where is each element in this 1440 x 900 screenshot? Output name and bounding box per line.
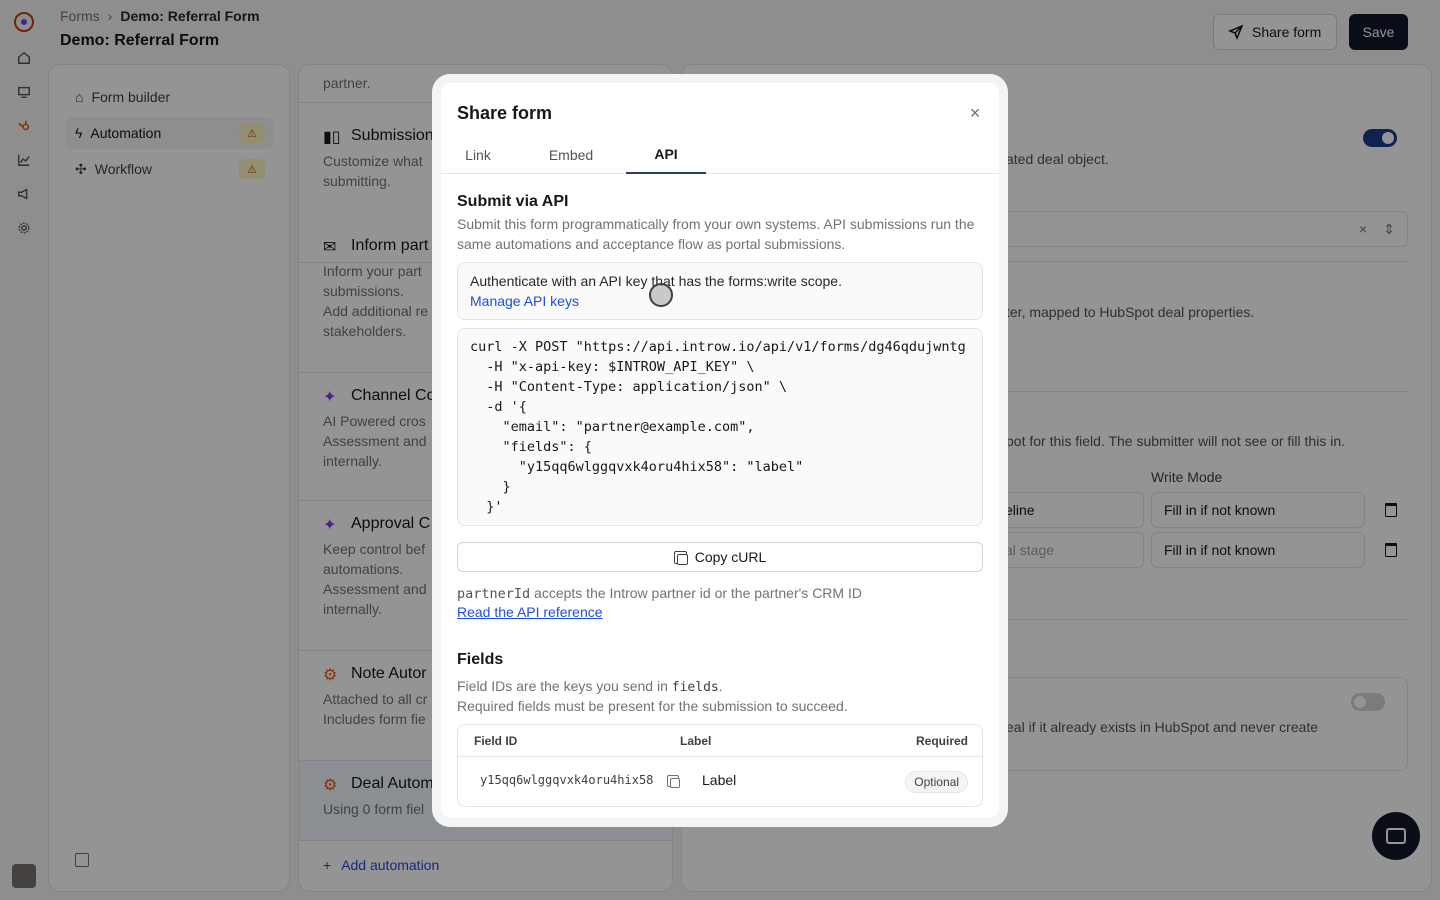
code-line: "y15qq6wlggqvxk4oru4hix58": "label" (470, 459, 804, 475)
fields-title: Fields (457, 651, 504, 668)
tab-api[interactable]: API (626, 135, 706, 174)
column-header-label: Label (680, 734, 712, 748)
partner-id-code: partnerId (457, 586, 531, 602)
copy-curl-button[interactable]: Copy cURL (457, 542, 983, 572)
fields-description: Field IDs are the keys you send in field… (457, 678, 723, 695)
code-line: }' (470, 499, 503, 515)
column-header-required: Required (915, 734, 968, 748)
required-badge: Optional (905, 771, 968, 793)
fields-table: Field ID Label Required y15qq6wlggqvxk4o… (457, 724, 983, 807)
code-line: -d '{ (470, 399, 527, 415)
tab-embed[interactable]: Embed (540, 135, 602, 174)
curl-code-block[interactable]: curl -X POST "https://api.introw.io/api/… (457, 328, 983, 526)
code-line: curl -X POST "https://api.introw.io/api/… (470, 339, 966, 355)
copy-icon (673, 550, 688, 565)
copy-field-id-icon[interactable] (667, 775, 680, 788)
section-title: Submit via API (457, 193, 569, 210)
mouse-cursor (649, 283, 673, 307)
tab-link[interactable]: Link (457, 135, 499, 174)
fields-description-required: Required fields must be present for the … (457, 698, 848, 714)
auth-info-box: Authenticate with an API key that has th… (457, 262, 983, 320)
partner-id-note: partnerId accepts the Introw partner id … (457, 585, 862, 602)
code-line: "email": "partner@example.com", (470, 419, 755, 435)
table-row: y15qq6wlggqvxk4oru4hix58 Label Optional (458, 758, 982, 806)
share-form-modal: Share form × Link Embed API Submit via A… (441, 83, 999, 818)
column-header-field-id: Field ID (474, 734, 518, 748)
field-id: y15qq6wlggqvxk4oru4hix58 (480, 773, 654, 787)
code-line: } (470, 479, 511, 495)
manage-api-keys-link[interactable]: Manage API keys (470, 291, 970, 311)
field-label: Label (702, 772, 737, 788)
modal-title: Share form (457, 103, 553, 123)
code-line: -H "x-api-key: $INTROW_API_KEY" \ (470, 359, 755, 375)
close-icon[interactable]: × (967, 104, 983, 122)
code-line: -H "Content-Type: application/json" \ (470, 379, 787, 395)
auth-text: Authenticate with an API key that has th… (470, 273, 842, 289)
section-description: Submit this form programmatically from y… (457, 216, 975, 252)
table-header: Field ID Label Required (458, 725, 982, 757)
share-tabs: Link Embed API (441, 135, 999, 174)
api-reference-link[interactable]: Read the API reference (457, 604, 603, 620)
code-line: "fields": { (470, 439, 592, 455)
